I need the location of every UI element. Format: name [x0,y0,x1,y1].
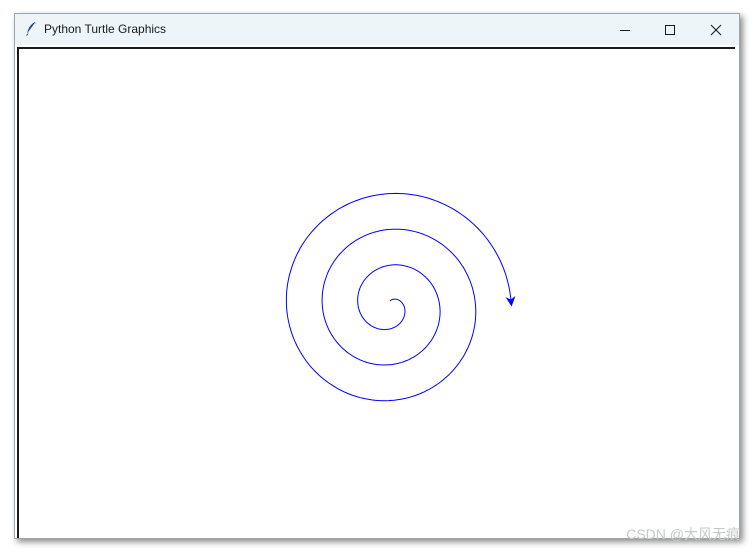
watermark: CSDN @大风无痕 [626,526,740,542]
close-button[interactable] [693,14,739,45]
close-icon [710,24,722,35]
turtle-drawing [285,192,516,402]
feather-icon [26,22,36,36]
minimize-icon [620,29,630,31]
title-bar[interactable]: Python Turtle Graphics [15,14,739,45]
spiral-path [285,192,512,402]
turtle-canvas[interactable] [17,47,735,538]
minimize-button[interactable] [602,14,648,45]
maximize-icon [665,24,675,35]
turtle-window: Python Turtle Graphics [14,13,740,539]
screenshot-root: Python Turtle Graphics CSDN @大风无痕 [0,0,753,553]
window-title: Python Turtle Graphics [44,22,167,36]
maximize-button[interactable] [647,14,693,45]
